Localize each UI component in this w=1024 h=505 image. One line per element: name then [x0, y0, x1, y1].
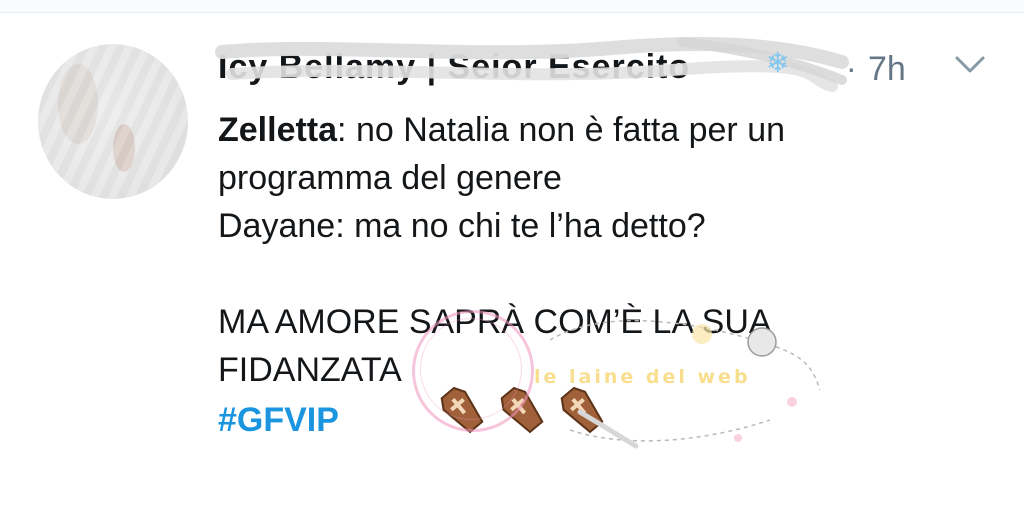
name-redaction	[215, 37, 849, 92]
chevron-down-icon[interactable]	[953, 52, 987, 76]
separator-dot: ·	[846, 50, 857, 86]
coffin-icon	[560, 386, 604, 434]
line-break	[218, 250, 998, 298]
tweet-timestamp[interactable]: 7h	[868, 50, 906, 89]
avatar[interactable]	[38, 44, 188, 199]
tweet-line: Dayane: ma no chi te l’ha detto?	[218, 207, 706, 245]
coffin-icon	[440, 386, 484, 434]
tweet-line: MA AMORE SAPRÀ COM’È LA SUA	[218, 303, 772, 341]
avatar-redaction	[38, 44, 188, 199]
coffin-emoji-group	[440, 386, 604, 434]
speaker-name: Zelletta	[218, 111, 338, 149]
tweet-header: Icy Bellamy | Seior Esercito ❄ · 7h	[215, 37, 998, 92]
tweet-line: programma del genere	[218, 159, 562, 197]
line-text: : no Natalia non è fatta per un	[337, 111, 786, 149]
snowflake-icon: ❄	[766, 47, 790, 78]
tweet-line: Zelletta: no Natalia non è fatta per un	[218, 106, 998, 154]
coffin-icon	[500, 386, 544, 434]
top-divider	[0, 0, 1024, 13]
